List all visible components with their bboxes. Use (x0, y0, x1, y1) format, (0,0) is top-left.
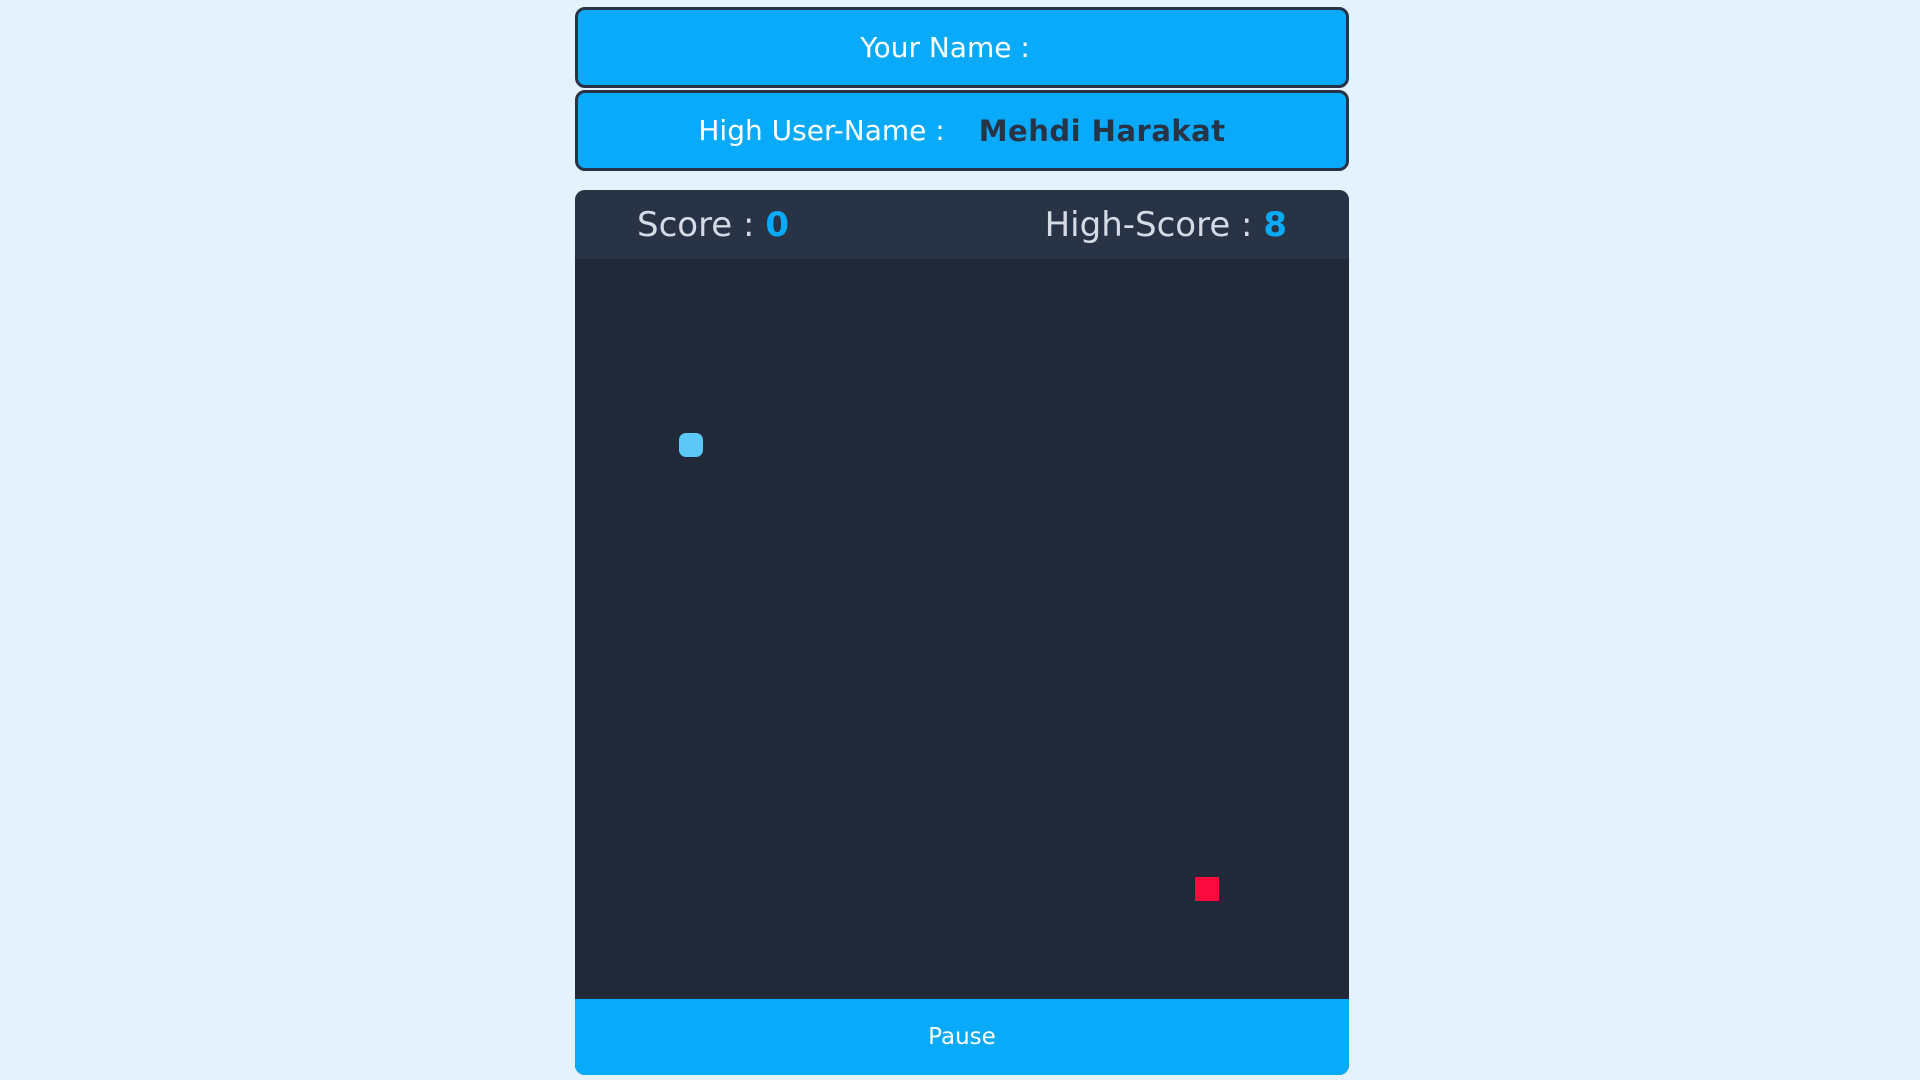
high-user-name-bar: High User-Name : Mehdi Harakat (575, 90, 1349, 171)
game-board[interactable] (575, 259, 1349, 999)
high-user-name-value: Mehdi Harakat (978, 113, 1226, 148)
game-panel: Score : 0 High-Score : 8 Pause (575, 190, 1349, 1075)
food-item (1195, 877, 1219, 901)
high-score-display: High-Score : 8 (1045, 205, 1287, 245)
score-bar: Score : 0 High-Score : 8 (575, 190, 1349, 259)
score-label: Score : (637, 204, 755, 245)
snake-head (679, 433, 703, 457)
your-name-bar: Your Name : (575, 7, 1349, 88)
pause-button[interactable]: Pause (575, 999, 1349, 1075)
your-name-label: Your Name : (860, 31, 1030, 64)
score-value: 0 (765, 204, 789, 245)
high-score-value: 8 (1263, 204, 1287, 245)
score-display: Score : 0 (637, 205, 789, 245)
high-score-label: High-Score : (1044, 204, 1253, 245)
game-container: Your Name : High User-Name : Mehdi Harak… (575, 7, 1349, 1075)
high-user-name-label: High User-Name : (698, 114, 945, 147)
